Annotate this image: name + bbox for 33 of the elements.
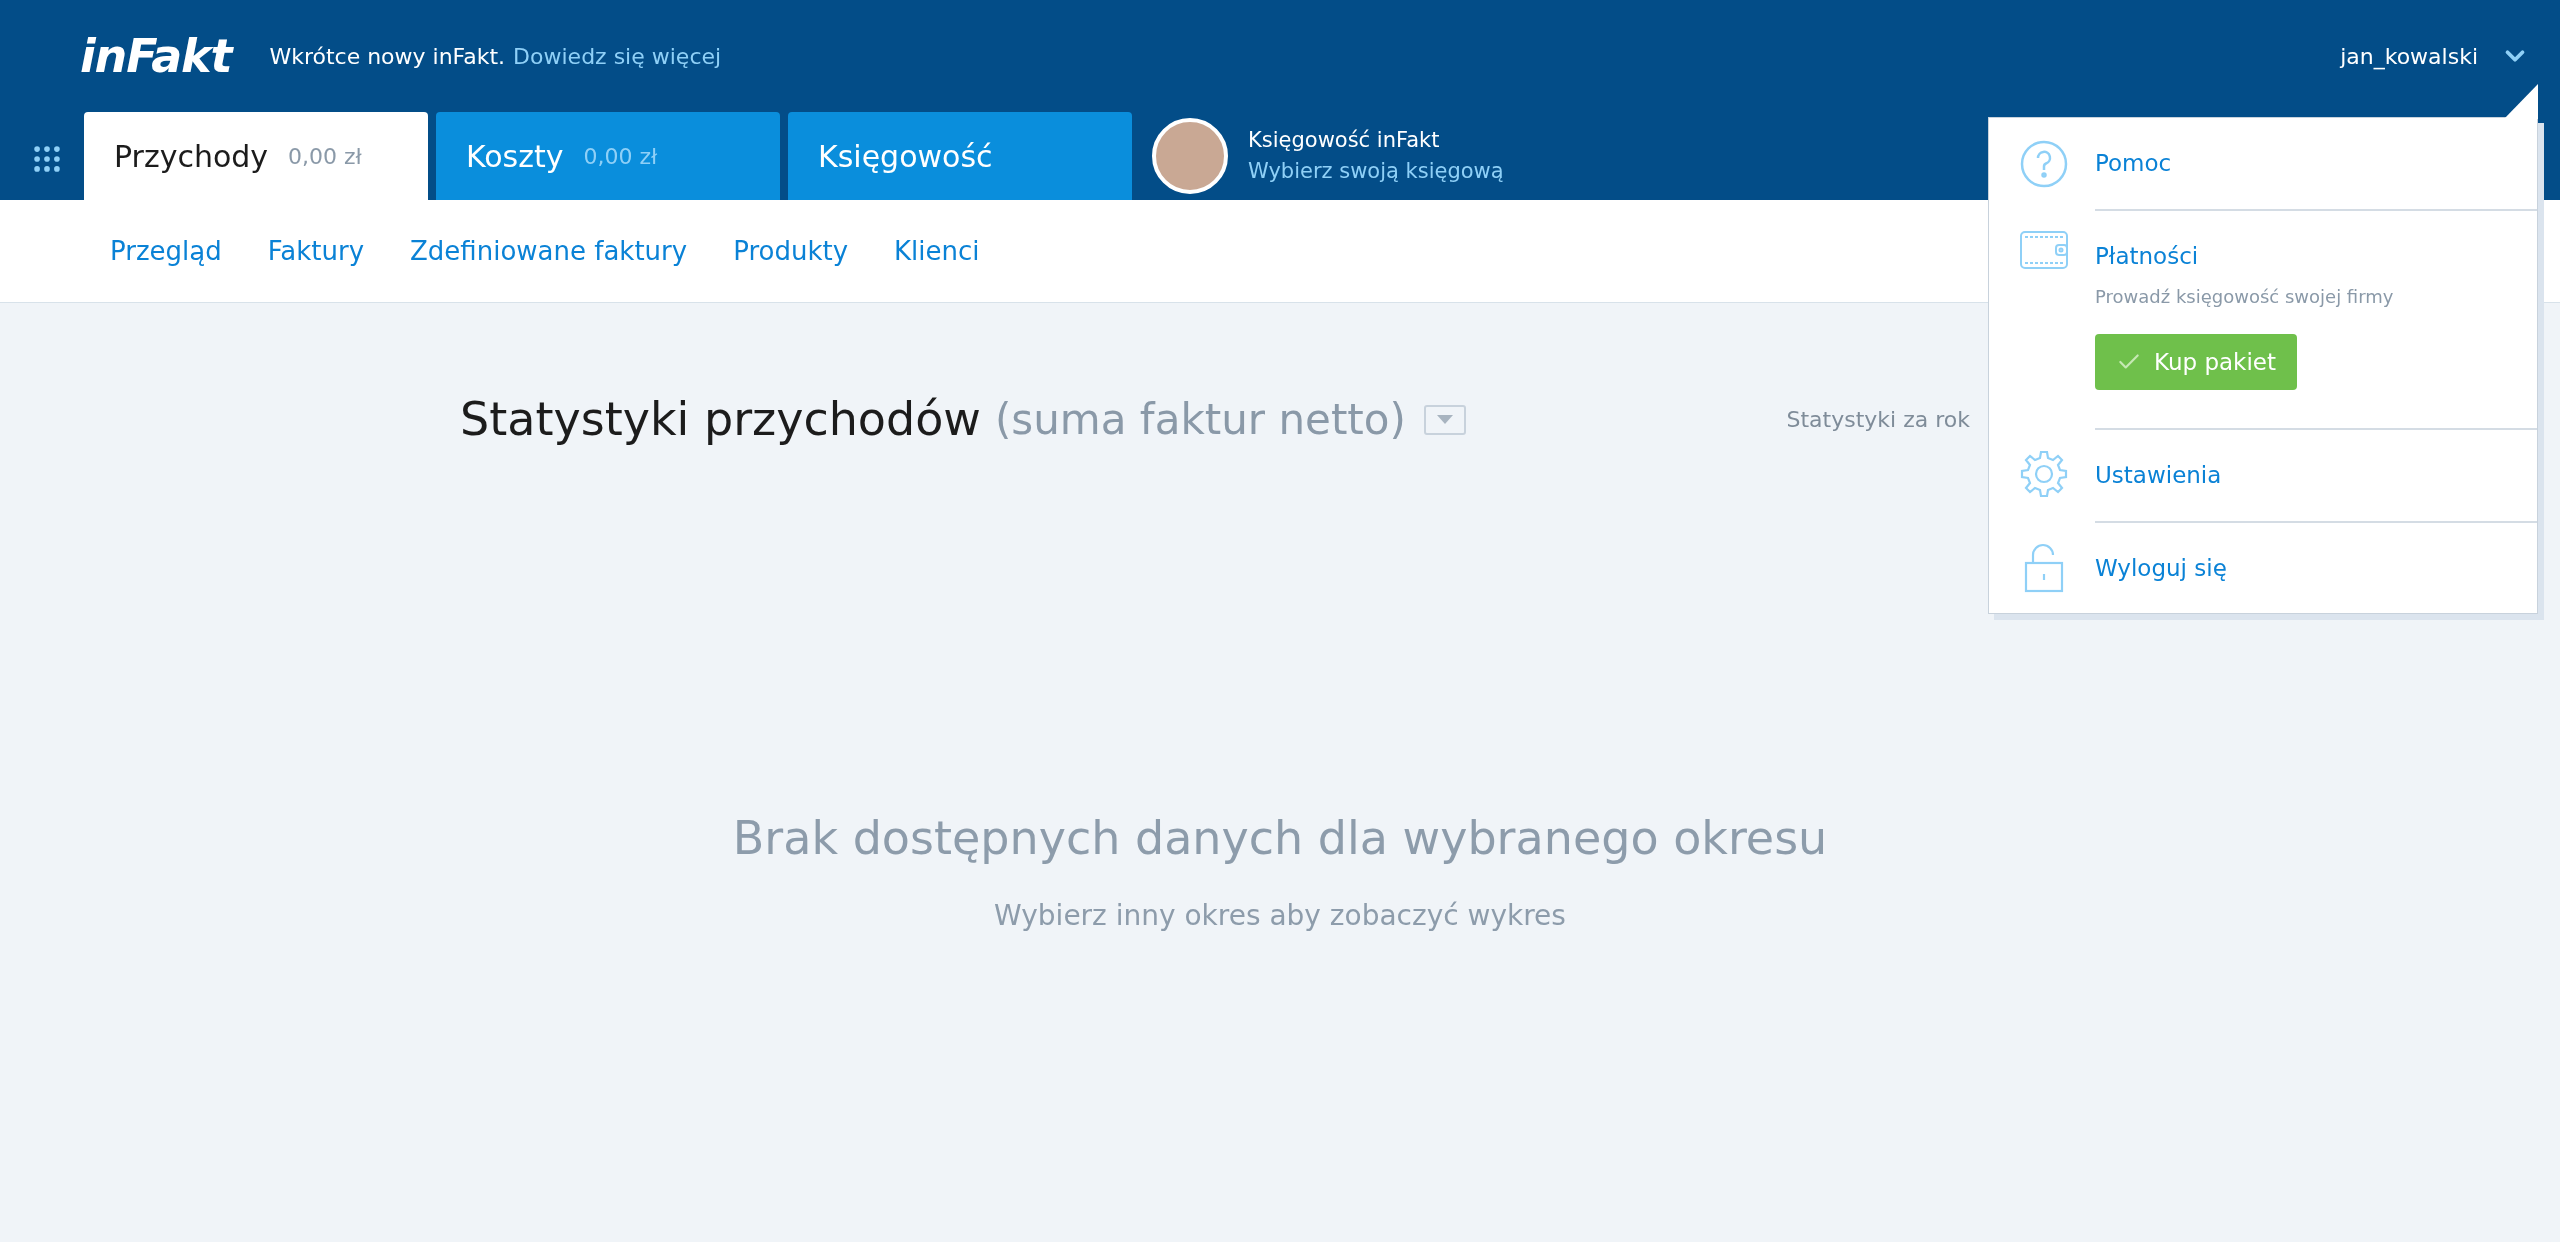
stats-title: Statystyki przychodów (460, 391, 981, 448)
stats-subtitle: (suma faktur netto) (995, 394, 1406, 446)
menu-item[interactable]: Wyloguj się (2095, 550, 2537, 585)
learn-more-link[interactable]: Dowiedz się więcej (513, 39, 722, 73)
wallet-icon (2020, 230, 2068, 269)
menu-item-description: Prowadź księgowość swojej firmy (2095, 285, 2395, 309)
choose-accountant-link[interactable]: Wybierz swoją księgową (1248, 156, 1504, 188)
subnav-link[interactable]: Produkty (733, 231, 849, 271)
subnav-link[interactable]: Faktury (267, 231, 365, 271)
settings-icon (2020, 450, 2068, 498)
main-tab[interactable]: Przychody 0,00 zł (84, 112, 428, 200)
accountant-title: Księgowość inFakt (1248, 126, 1441, 154)
main-tab[interactable]: Koszty 0,00 zł (436, 112, 780, 200)
menu-item[interactable]: Ustawienia (2095, 458, 2537, 493)
buy-package-button[interactable]: Kup pakiet (2095, 334, 2297, 390)
unlocked-padlock-icon (2024, 542, 2064, 593)
announcement-text: Wkrótce nowy inFakt. (269, 42, 506, 71)
subnav-link[interactable]: Klienci (894, 231, 980, 271)
menu-item[interactable]: Płatności (2095, 238, 2537, 273)
dropdown-toggle[interactable] (1423, 404, 1466, 435)
empty-state-hint: Wybierz inny okres aby zobaczyć wykres (994, 898, 1566, 934)
subnav-link[interactable]: Zdefiniowane faktury (410, 231, 688, 271)
period-label: Statystyki za rok (1786, 406, 1970, 434)
username[interactable]: jan_kowalski (2340, 39, 2478, 73)
tab-amount: 0,00 zł (288, 142, 362, 171)
menu-item[interactable]: Pomoc (2095, 146, 2537, 181)
tab-amount: 0,00 zł (583, 142, 658, 171)
logo[interactable]: inFakt (80, 21, 232, 91)
main-tab[interactable]: Księgowość (788, 112, 1132, 200)
empty-state-title: Brak dostępnych danych dla wybranego okresu (732, 810, 1828, 867)
help-icon (2020, 140, 2068, 188)
subnav-link[interactable]: Przegląd (110, 231, 222, 271)
caret-icon (1436, 415, 1453, 424)
